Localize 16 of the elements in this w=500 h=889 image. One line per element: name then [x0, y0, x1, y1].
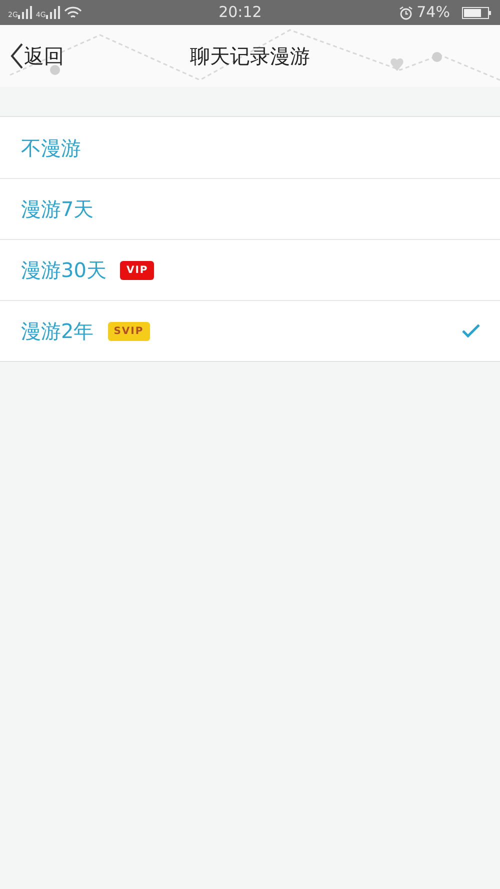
- option-label: 漫游2年: [21, 318, 94, 345]
- option-label: 漫游7天: [21, 196, 94, 223]
- alarm-icon: [398, 6, 413, 20]
- membership-tag: SVIP: [108, 322, 150, 340]
- back-chevron-icon: [10, 43, 24, 69]
- wifi-icon: [64, 6, 82, 20]
- option-label: 漫游30天: [21, 257, 106, 284]
- signal-icon: [18, 6, 32, 19]
- battery-percent: 74%: [416, 2, 450, 24]
- back-button[interactable]: 返回: [0, 41, 64, 71]
- option-label: 不漫游: [21, 134, 81, 162]
- clock-text: 20:12: [218, 2, 262, 24]
- membership-tag: VIP: [120, 260, 154, 280]
- page-title: 聊天记录漫游: [189, 43, 311, 70]
- battery-icon: [462, 6, 492, 20]
- signal-icon: [46, 6, 60, 19]
